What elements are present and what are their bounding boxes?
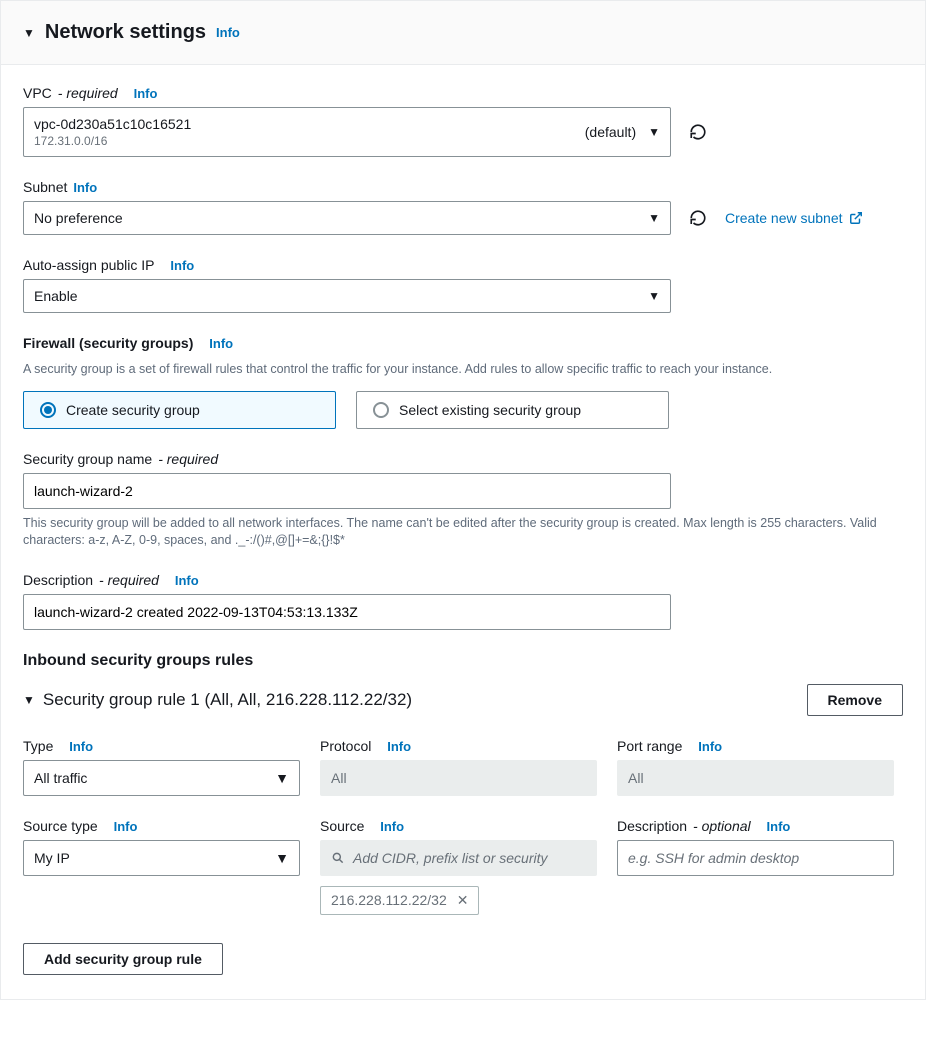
rule-type-label: Type [23,738,53,754]
refresh-icon [689,123,707,141]
vpc-field: VPC - required Info vpc-0d230a51c10c1652… [23,85,903,157]
rule-type-value: All traffic [34,770,87,786]
panel-title: Network settings [45,21,206,44]
header-info-link[interactable]: Info [216,25,240,40]
rule-source-type-label: Source type [23,818,98,834]
vpc-default-tag: (default) [585,124,636,140]
rule-protocol-value-box: All [320,760,597,796]
sg-name-field: Security group name - required This secu… [23,451,903,550]
rule-port-value: All [628,770,644,786]
subnet-label: Subnet [23,179,67,195]
sg-name-required: - required [158,451,218,467]
source-cidr-chip: 216.228.112.22/32 ✕ [320,886,479,915]
rule-protocol-value: All [331,770,347,786]
rule-protocol-label: Protocol [320,738,371,754]
rule-title: Security group rule 1 (All, All, 216.228… [43,690,412,710]
inbound-rules-heading: Inbound security groups rules [23,652,903,670]
panel-header: ▼ Network settings Info [1,1,925,65]
sg-desc-input[interactable] [23,594,671,630]
auto-ip-info-link[interactable]: Info [170,258,194,273]
auto-ip-label: Auto-assign public IP [23,257,155,273]
firewall-help: A security group is a set of firewall ru… [23,361,903,379]
sg-desc-label: Description [23,572,93,588]
sg-name-help: This security group will be added to all… [23,515,903,550]
remove-cidr-icon[interactable]: ✕ [457,892,469,909]
rule-desc-label: Description [617,818,687,834]
firewall-label: Firewall (security groups) [23,335,193,351]
rule-source-field: Source Info Add CIDR, prefix list or sec… [320,818,597,915]
radio-icon [373,402,389,418]
vpc-selected-id: vpc-0d230a51c10c16521 [34,116,585,132]
vpc-required: - required [58,85,118,101]
rule-port-label: Port range [617,738,682,754]
sg-name-input[interactable] [23,473,671,509]
rule-protocol-info-link[interactable]: Info [387,739,411,754]
rule-source-type-value: My IP [34,850,70,866]
sg-name-label: Security group name [23,451,152,467]
select-sg-label: Select existing security group [399,402,581,418]
refresh-icon [689,209,707,227]
subnet-info-link[interactable]: Info [73,180,97,195]
chevron-down-icon: ▼ [275,850,289,866]
remove-rule-button[interactable]: Remove [807,684,903,716]
subnet-selected: No preference [34,210,123,226]
radio-icon [40,402,56,418]
collapse-caret-icon[interactable]: ▼ [23,26,35,40]
rule-source-input: Add CIDR, prefix list or security [320,840,597,876]
rule-desc-optional: - optional [693,818,751,834]
rule-desc-info-link[interactable]: Info [767,819,791,834]
chevron-down-icon: ▼ [648,289,660,303]
add-security-group-rule-button[interactable]: Add security group rule [23,943,223,975]
rule-type-info-link[interactable]: Info [69,739,93,754]
rule-desc-input-wrap [617,840,894,876]
rule-port-field: Port range Info All [617,738,894,796]
firewall-field: Firewall (security groups) Info A securi… [23,335,903,429]
firewall-info-link[interactable]: Info [209,336,233,351]
rule-port-value-box: All [617,760,894,796]
vpc-label: VPC [23,85,52,101]
rule-collapse-caret-icon[interactable]: ▼ [23,693,35,707]
subnet-refresh-button[interactable] [687,207,709,229]
rule-port-info-link[interactable]: Info [698,739,722,754]
chevron-down-icon: ▼ [648,125,660,139]
rule-source-type-info-link[interactable]: Info [114,819,138,834]
rule-source-placeholder: Add CIDR, prefix list or security [353,850,548,866]
vpc-refresh-button[interactable] [687,121,709,143]
rule-desc-field: Description - optional Info [617,818,894,915]
chevron-down-icon: ▼ [275,770,289,786]
auto-ip-select[interactable]: Enable ▼ [23,279,671,313]
rule-source-info-link[interactable]: Info [380,819,404,834]
rule-type-select[interactable]: All traffic ▼ [23,760,300,796]
source-cidr-value: 216.228.112.22/32 [331,892,447,908]
chevron-down-icon: ▼ [648,211,660,225]
rule-source-type-field: Source type Info My IP ▼ [23,818,300,915]
subnet-select[interactable]: No preference ▼ [23,201,671,235]
create-security-group-option[interactable]: Create security group [23,391,336,429]
auto-ip-field: Auto-assign public IP Info Enable ▼ [23,257,903,313]
vpc-info-link[interactable]: Info [134,86,158,101]
sg-desc-required: - required [99,572,159,588]
rule-source-type-select[interactable]: My IP ▼ [23,840,300,876]
select-existing-security-group-option[interactable]: Select existing security group [356,391,669,429]
search-icon [331,851,345,865]
create-subnet-link-text: Create new subnet [725,210,843,226]
create-subnet-link[interactable]: Create new subnet [725,210,863,226]
rule-desc-input[interactable] [628,850,883,866]
sg-desc-field: Description - required Info [23,572,903,630]
rule-protocol-field: Protocol Info All [320,738,597,796]
vpc-select[interactable]: vpc-0d230a51c10c16521 172.31.0.0/16 (def… [23,107,671,157]
rule-source-label: Source [320,818,364,834]
external-link-icon [849,211,863,225]
subnet-field: Subnet Info No preference ▼ Create new s… [23,179,903,235]
rule-type-field: Type Info All traffic ▼ [23,738,300,796]
vpc-selected-cidr: 172.31.0.0/16 [34,134,585,148]
auto-ip-selected: Enable [34,288,78,304]
sg-desc-info-link[interactable]: Info [175,573,199,588]
create-sg-label: Create security group [66,402,200,418]
